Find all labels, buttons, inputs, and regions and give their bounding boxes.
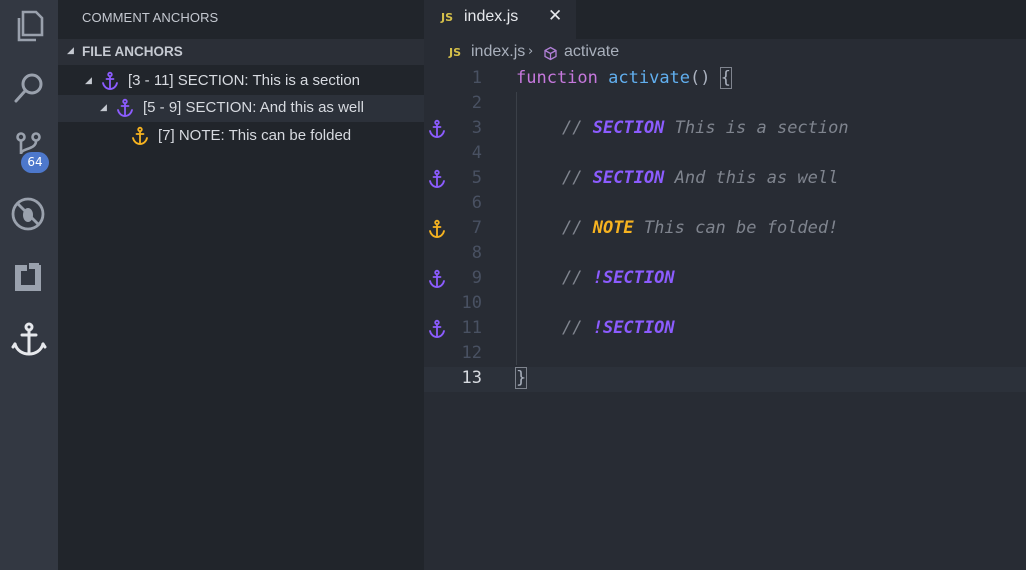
tree-item-label: [7] NOTE: This can be folded <box>158 127 352 144</box>
keyword: function <box>516 68 598 88</box>
close-icon[interactable]: ✕ <box>548 6 562 26</box>
anchor-icon <box>130 126 150 146</box>
comment-text: This can be folded! <box>633 218 839 238</box>
anchor-tag: NOTE <box>592 218 634 238</box>
comment-prefix: // <box>562 218 593 238</box>
debug-icon[interactable] <box>9 194 49 234</box>
code-text: // !SECTION <box>562 268 675 288</box>
anchor-icon <box>427 319 447 339</box>
line-number: 9 <box>471 268 482 288</box>
code-line[interactable]: 9 // !SECTION <box>424 267 1026 292</box>
code-text: // SECTION And this as well <box>562 168 838 188</box>
code-text: // !SECTION <box>562 318 675 338</box>
anchor-icon <box>427 119 447 139</box>
breadcrumb-symbol[interactable]: activate <box>564 43 619 61</box>
breadcrumb-file[interactable]: index.js <box>471 43 525 61</box>
editor: JS index.js ✕ JS index.js › activate 1 f… <box>424 0 1026 570</box>
code-line[interactable]: 4 <box>424 142 1026 167</box>
code-text: } <box>514 367 528 389</box>
tree-item-anchor[interactable]: ◢ [3 - 11] SECTION: This is a section <box>58 68 424 95</box>
line-number: 4 <box>471 143 482 163</box>
line-number: 7 <box>471 218 482 238</box>
line-number: 8 <box>471 243 482 263</box>
comment-prefix: // <box>562 118 593 138</box>
comment-text: And this as well <box>664 168 839 188</box>
tab-bar: JS index.js ✕ <box>424 0 1026 39</box>
line-number: 5 <box>471 168 482 188</box>
line-number: 2 <box>471 93 482 113</box>
method-cube-icon <box>543 46 558 61</box>
code-line[interactable]: 1 function activate() { <box>424 67 1026 92</box>
explorer-icon[interactable] <box>9 6 49 46</box>
line-number: 13 <box>461 368 482 388</box>
code-text: // SECTION This is a section <box>562 118 849 138</box>
tab-label: index.js <box>464 8 519 25</box>
scm-count-badge: 64 <box>21 152 49 173</box>
tab-index-js[interactable]: JS index.js ✕ <box>424 0 576 39</box>
anchor-icon <box>427 269 447 289</box>
code-line[interactable]: 11 // !SECTION <box>424 317 1026 342</box>
code-line[interactable]: 10 <box>424 292 1026 317</box>
tree-item-label: [5 - 9] SECTION: And this as well <box>143 99 364 116</box>
extensions-icon[interactable] <box>9 257 49 297</box>
js-file-icon: JS <box>441 11 454 24</box>
sidebar-title: COMMENT ANCHORS <box>82 10 219 25</box>
activity-bar: 64 <box>0 0 58 570</box>
code-text: function activate() { <box>516 67 733 89</box>
breadcrumb: JS index.js › activate <box>424 40 1026 66</box>
anchor-tag: SECTION <box>592 118 665 138</box>
anchor-tag: !SECTION <box>592 268 675 288</box>
chevron-down-icon[interactable]: ◢ <box>67 46 74 56</box>
code-text: // NOTE This can be folded! <box>562 218 838 238</box>
comment-prefix: // <box>562 318 593 338</box>
line-number: 10 <box>461 293 482 313</box>
chevron-down-icon[interactable]: ◢ <box>100 103 107 113</box>
comment-anchors-sidebar: COMMENT ANCHORS ◢ FILE ANCHORS ◢ [3 - 11… <box>58 0 424 570</box>
function-name: activate <box>608 68 691 88</box>
anchor-icon <box>100 71 120 91</box>
parens: () <box>690 68 721 88</box>
anchor-tag: !SECTION <box>592 318 675 338</box>
tree-item-anchor[interactable]: ◢ [5 - 9] SECTION: And this as well <box>58 95 424 122</box>
file-anchors-section-header[interactable]: ◢ FILE ANCHORS <box>58 39 424 65</box>
line-number: 1 <box>471 68 482 88</box>
code-line[interactable]: 12 <box>424 342 1026 367</box>
anchor-icon[interactable] <box>9 320 49 360</box>
anchor-icon <box>427 219 447 239</box>
section-header-label: FILE ANCHORS <box>82 44 183 59</box>
open-brace: { <box>719 67 733 89</box>
line-number: 11 <box>461 318 482 338</box>
comment-prefix: // <box>562 168 593 188</box>
chevron-right-icon: › <box>528 44 534 59</box>
chevron-down-icon[interactable]: ◢ <box>85 76 92 86</box>
code-line[interactable]: 7 // NOTE This can be folded! <box>424 217 1026 242</box>
code-line[interactable]: 6 <box>424 192 1026 217</box>
anchor-tag: SECTION <box>592 168 665 188</box>
comment-text: This is a section <box>664 118 849 138</box>
code-line[interactable]: 8 <box>424 242 1026 267</box>
close-brace: } <box>514 367 528 389</box>
anchor-icon <box>115 98 135 118</box>
code-line[interactable]: 2 <box>424 92 1026 117</box>
code-line[interactable]: 3 // SECTION This is a section <box>424 117 1026 142</box>
comment-prefix: // <box>562 268 593 288</box>
line-number: 3 <box>471 118 482 138</box>
code-line-current[interactable]: 13 } <box>424 367 1026 392</box>
anchor-icon <box>427 169 447 189</box>
search-icon[interactable] <box>9 68 49 108</box>
code-line[interactable]: 5 // SECTION And this as well <box>424 167 1026 192</box>
js-file-icon: JS <box>449 46 462 59</box>
line-number: 12 <box>461 343 482 363</box>
tree-item-label: [3 - 11] SECTION: This is a section <box>128 72 361 89</box>
line-number: 6 <box>471 193 482 213</box>
tree-item-anchor[interactable]: [7] NOTE: This can be folded <box>58 123 424 150</box>
